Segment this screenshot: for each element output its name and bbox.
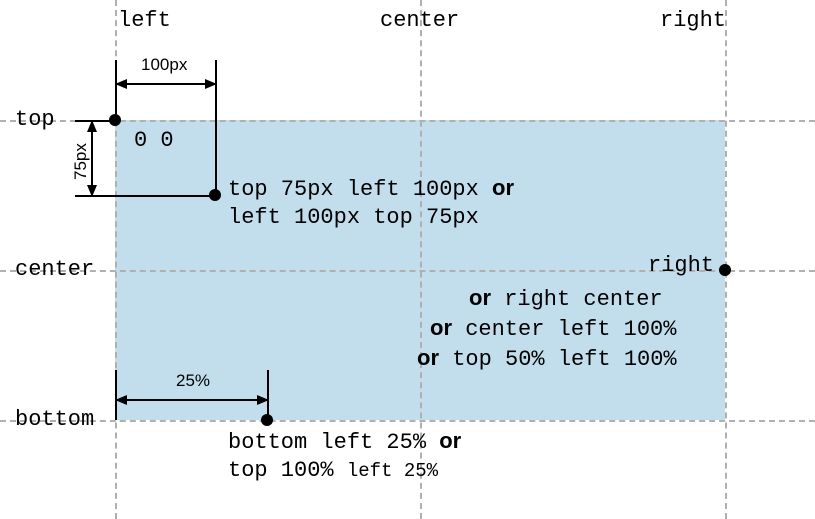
dim-arrow-100px: [115, 77, 217, 91]
dot-right-center: [719, 264, 731, 276]
label-bottom-line1: bottom left 25% or: [228, 428, 461, 455]
label-right-line2: or right center: [469, 285, 663, 312]
axis-label-left: left: [118, 8, 171, 33]
label-top75-left100-line2: left 100px top 75px: [228, 205, 479, 230]
axis-label-bottom: bottom: [15, 407, 94, 432]
dot-origin: [109, 114, 121, 126]
gridline-bottom: [0, 420, 815, 422]
dim-label-100px: 100px: [141, 55, 187, 75]
position-diagram: left center right top center bottom 100p…: [0, 0, 815, 519]
dot-bottom-left25: [261, 414, 273, 426]
gridline-top: [0, 120, 815, 122]
dim-label-75px: 75px: [71, 143, 91, 180]
gridline-right: [725, 0, 727, 519]
axis-label-right: right: [660, 8, 726, 33]
label-bottom-line2: top 100% left 25%: [228, 458, 438, 483]
label-right-line3: or center left 100%: [430, 315, 676, 342]
dim-arrow-25pct: [115, 393, 269, 407]
axis-label-top: top: [15, 107, 55, 132]
label-right-line4: or top 50% left 100%: [417, 345, 677, 372]
label-right-line1: right: [648, 253, 714, 278]
label-origin: 0 0: [134, 128, 174, 153]
axis-label-vcenter: center: [15, 257, 94, 282]
axis-label-hcenter: center: [380, 8, 459, 33]
dim-label-25pct: 25%: [176, 371, 210, 391]
label-top75-left100-line1: top 75px left 100px or: [228, 175, 514, 202]
dot-top75-left100: [209, 189, 221, 201]
